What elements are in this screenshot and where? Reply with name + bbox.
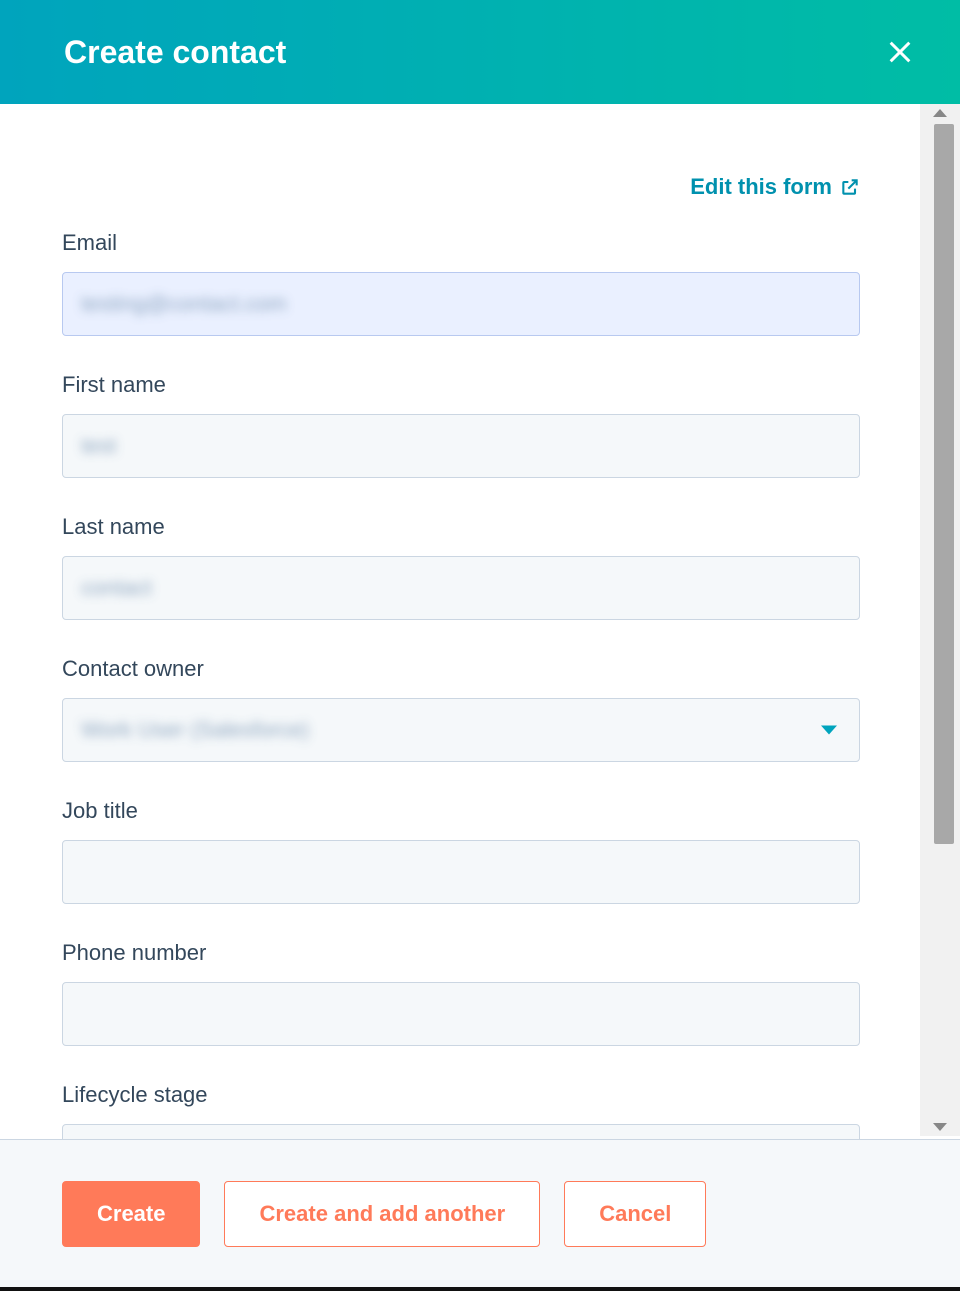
lifecycle-select[interactable]: [62, 1124, 860, 1139]
cancel-button[interactable]: Cancel: [564, 1181, 706, 1247]
scrollbar[interactable]: [920, 104, 960, 1136]
last-name-value: contact: [81, 575, 152, 601]
edit-form-link[interactable]: Edit this form: [690, 174, 860, 200]
email-label: Email: [62, 230, 860, 256]
contact-owner-label: Contact owner: [62, 656, 860, 682]
last-name-label: Last name: [62, 514, 860, 540]
create-button[interactable]: Create: [62, 1181, 200, 1247]
email-input[interactable]: testing@contact.com: [62, 272, 860, 336]
contact-owner-value: Work User (Salesforce): [81, 717, 309, 743]
chevron-down-icon: [821, 726, 837, 735]
lifecycle-label: Lifecycle stage: [62, 1082, 860, 1108]
phone-label: Phone number: [62, 940, 860, 966]
first-name-label: First name: [62, 372, 860, 398]
close-icon: [886, 38, 914, 66]
scroll-down-arrow-icon: [933, 1123, 947, 1131]
bottom-divider: [0, 1287, 960, 1291]
first-name-value: test: [81, 433, 116, 459]
create-another-label: Create and add another: [259, 1201, 505, 1227]
contact-owner-select[interactable]: Work User (Salesforce): [62, 698, 860, 762]
form-scroll-area: Edit this form Email testing@contact.com…: [0, 104, 960, 1139]
close-button[interactable]: [884, 36, 916, 68]
modal-header: Create contact: [0, 0, 960, 104]
job-title-input[interactable]: [62, 840, 860, 904]
create-and-add-another-button[interactable]: Create and add another: [224, 1181, 540, 1247]
last-name-input[interactable]: contact: [62, 556, 860, 620]
scrollbar-thumb[interactable]: [934, 124, 954, 844]
modal-title: Create contact: [64, 34, 286, 71]
cancel-button-label: Cancel: [599, 1201, 671, 1227]
edit-form-link-label: Edit this form: [690, 174, 832, 200]
first-name-input[interactable]: test: [62, 414, 860, 478]
job-title-label: Job title: [62, 798, 860, 824]
modal-footer: Create Create and add another Cancel: [0, 1139, 960, 1287]
email-value: testing@contact.com: [81, 291, 287, 317]
create-button-label: Create: [97, 1201, 165, 1227]
external-link-icon: [840, 177, 860, 197]
scroll-up-arrow-icon: [933, 109, 947, 117]
phone-input[interactable]: [62, 982, 860, 1046]
